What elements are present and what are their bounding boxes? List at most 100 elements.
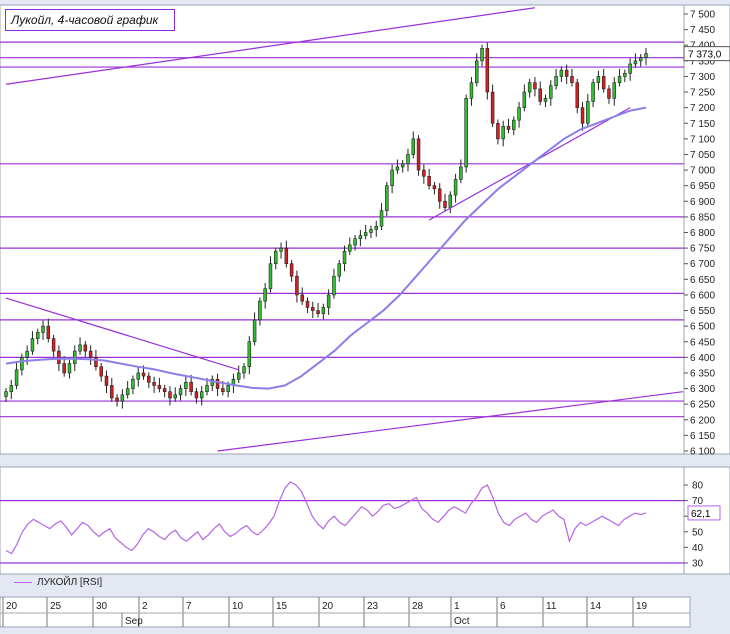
candle-body bbox=[427, 176, 431, 186]
candle-body bbox=[125, 388, 130, 396]
candle-body bbox=[268, 263, 273, 289]
day-label: 15 bbox=[276, 601, 288, 612]
candle-body bbox=[527, 82, 532, 93]
candle-body bbox=[221, 388, 225, 392]
candle-body bbox=[236, 372, 241, 380]
rsi-panel-background bbox=[0, 466, 685, 575]
rsi-tick-label: 30 bbox=[692, 559, 704, 570]
candle-body bbox=[20, 357, 24, 371]
candle-body bbox=[284, 247, 289, 265]
candle-body bbox=[395, 166, 400, 171]
price-tick-label: 6 500 bbox=[690, 322, 715, 333]
candle-body bbox=[416, 138, 421, 171]
price-tick-label: 6 200 bbox=[690, 415, 715, 426]
candle-body bbox=[295, 275, 299, 296]
candle-body bbox=[475, 60, 479, 83]
day-label: 7 bbox=[186, 601, 192, 612]
price-tick-label: 6 350 bbox=[690, 368, 715, 379]
chart-canvas: 6 1006 1506 2006 2506 3006 3506 4006 450… bbox=[0, 4, 730, 628]
candle-body bbox=[459, 166, 463, 180]
candle-body bbox=[120, 394, 125, 402]
candle-body bbox=[14, 369, 19, 386]
candle-body bbox=[586, 101, 590, 124]
candle-body bbox=[252, 319, 257, 343]
candle-body bbox=[115, 397, 119, 402]
candle-body bbox=[390, 169, 394, 186]
price-tick-label: 6 750 bbox=[690, 244, 715, 255]
candle-body bbox=[406, 154, 410, 165]
candle-body bbox=[136, 372, 140, 380]
candle-body bbox=[570, 76, 574, 83]
candle-body bbox=[4, 391, 8, 397]
candle-body bbox=[469, 82, 474, 99]
rsi-tick-label: 40 bbox=[692, 543, 704, 554]
price-tick-label: 6 150 bbox=[690, 431, 715, 442]
candle-body bbox=[184, 382, 188, 389]
candle-body bbox=[289, 263, 294, 277]
candle-body bbox=[623, 73, 627, 77]
day-label: 19 bbox=[636, 601, 648, 612]
candle-body bbox=[41, 325, 45, 333]
candle-body bbox=[279, 247, 283, 252]
price-tick-label: 6 950 bbox=[690, 181, 715, 192]
candle-body bbox=[73, 350, 77, 364]
day-label: 30 bbox=[96, 601, 108, 612]
candle-body bbox=[385, 185, 389, 211]
candle-body bbox=[512, 119, 516, 130]
candle-body bbox=[78, 344, 82, 352]
day-label: 20 bbox=[6, 601, 18, 612]
candle-body bbox=[110, 385, 114, 399]
candle-body bbox=[226, 385, 230, 392]
candle-body bbox=[30, 338, 35, 352]
candle-body bbox=[189, 382, 193, 392]
price-tick-label: 6 450 bbox=[690, 337, 715, 348]
candle-body bbox=[596, 76, 601, 83]
chart-window: 6 100 6 150 6 200 6 250 6 300 6 350 6 400 6 450… bbox=[0, 0, 730, 629]
candle-body bbox=[337, 263, 341, 277]
candle-body bbox=[480, 48, 484, 62]
price-tick-label: 7 450 bbox=[690, 25, 715, 36]
candle-body bbox=[437, 188, 442, 202]
candle-body bbox=[591, 82, 595, 102]
day-label: 2 bbox=[142, 601, 148, 612]
price-tick-label: 6 100 bbox=[690, 447, 715, 458]
candle-body bbox=[400, 163, 405, 168]
last-price-label: 7 373,0 bbox=[688, 50, 722, 61]
chart-title: Лукойл, 4-часовой график bbox=[5, 9, 175, 31]
candle-body bbox=[485, 48, 490, 93]
candle-body bbox=[538, 88, 542, 102]
candle-body bbox=[522, 91, 527, 108]
candle-body bbox=[274, 250, 278, 265]
price-tick-label: 6 800 bbox=[690, 228, 715, 239]
day-label: 6 bbox=[500, 601, 506, 612]
price-tick-label: 7 200 bbox=[690, 103, 715, 114]
candle-body bbox=[321, 307, 326, 314]
candle-body bbox=[199, 391, 204, 399]
price-tick-label: 7 000 bbox=[690, 166, 715, 177]
candle-body bbox=[263, 288, 267, 302]
candle-body bbox=[633, 60, 638, 65]
price-tick-label: 6 900 bbox=[690, 197, 715, 208]
candle-body bbox=[162, 388, 167, 392]
candle-body bbox=[178, 388, 183, 396]
price-tick-label: 6 650 bbox=[690, 275, 715, 286]
candle-body bbox=[332, 275, 336, 296]
rsi-legend-label: ЛУКОЙЛ [RSI] bbox=[37, 577, 103, 588]
candle-body bbox=[104, 375, 109, 386]
candle-body bbox=[62, 363, 66, 374]
candle-body bbox=[67, 363, 72, 374]
day-label: 11 bbox=[546, 601, 557, 612]
candle-body bbox=[152, 382, 156, 386]
candle-body bbox=[374, 225, 378, 230]
candle-body bbox=[638, 57, 643, 62]
candle-body bbox=[215, 378, 220, 389]
day-label: 1 bbox=[454, 601, 460, 612]
candle-body bbox=[601, 76, 606, 90]
candle-body bbox=[617, 76, 622, 83]
price-tick-label: 7 100 bbox=[690, 134, 715, 145]
candle-body bbox=[453, 179, 458, 196]
candle-body bbox=[305, 300, 310, 308]
candle-body bbox=[141, 372, 146, 377]
candle-body bbox=[342, 250, 347, 265]
candle-body bbox=[607, 88, 611, 99]
